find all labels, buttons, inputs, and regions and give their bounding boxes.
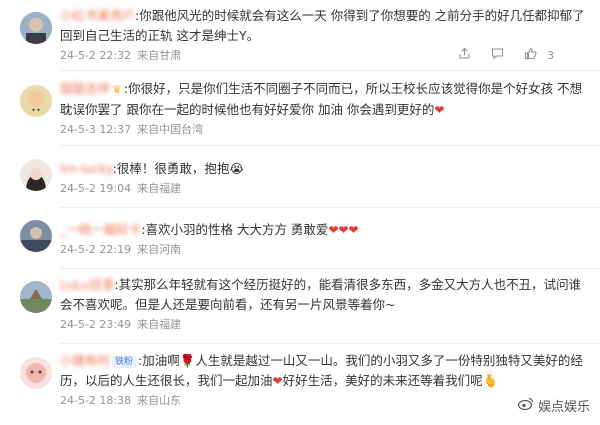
comment-text: LuLu目录:其实那么年轻就有这个经历挺好的，能看清很多东西，多金又大方人也不丑… xyxy=(60,275,586,315)
comment-text: 小猪有时 铁粉:加油啊🌹人生就是越过一山又一山。我们的小羽又多了一份特别独特又美好… xyxy=(60,351,586,391)
hand-icon: 🫰 xyxy=(482,373,499,388)
comment-text: 小红书某用户:你跟他风光的时候就会有这么一天 你得到了你想要的 之前分手的好几任… xyxy=(60,6,586,46)
comment-body: 其实那么年轻就有这个经历挺好的，能看清很多东西，多金又大方人也不丑，试问谁会不喜… xyxy=(60,277,582,312)
comment-location: 来自福建 xyxy=(137,182,182,195)
divider xyxy=(60,343,600,344)
share-icon[interactable] xyxy=(458,47,471,65)
comment-meta: 24-5-2 22:32 来自甘肃 3 xyxy=(60,47,586,65)
comment-date: 24-5-3 12:37 xyxy=(60,123,132,136)
comment-location: 来自中国台湾 xyxy=(137,123,204,136)
comment-location: 来自山东 xyxy=(137,394,182,407)
divider xyxy=(60,145,600,146)
avatar[interactable] xyxy=(20,12,52,44)
comment-meta: 24-5-2 18:38 来自山东 xyxy=(60,393,586,409)
avatar-image xyxy=(20,159,52,191)
watermark-text: 娱点娱乐 xyxy=(537,400,590,415)
comment-meta: 24-5-2 22:19 来自河南 xyxy=(60,242,586,258)
comment-meta: 24-5-2 23:49 来自福建 xyxy=(60,317,586,333)
like-icon xyxy=(524,47,537,65)
avatar[interactable] xyxy=(20,281,52,313)
comment-meta: 24-5-2 19:04 来自福建 xyxy=(60,181,586,197)
svg-text:✦✦: ✦✦ xyxy=(31,107,41,114)
comment-text: 甜甜吉祥 ♛:你很好，只是你们生活不同圈子不同而已，所以王校长应该觉得你是个好女孩… xyxy=(60,79,586,120)
watermark: 娱点娱乐 xyxy=(517,396,590,415)
avatar[interactable] xyxy=(20,220,52,252)
weibo-logo-icon xyxy=(517,397,534,414)
avatar-image xyxy=(20,12,52,44)
commenter-name[interactable]: 小猪有时 xyxy=(60,353,110,368)
comment-date: 24-5-2 22:19 xyxy=(60,243,132,256)
avatar[interactable] xyxy=(20,159,52,191)
heart-icon: ❤ xyxy=(272,374,283,388)
avatar[interactable] xyxy=(20,357,52,389)
heart-icon: ❤ xyxy=(434,103,445,117)
comment-text: _一统一越好卡:喜欢小羽的性格 大大方方 勇敢爱❤❤❤ xyxy=(60,220,586,240)
comment-meta: 24-5-3 12:37 来自中国台湾 xyxy=(60,122,586,138)
comment-body: 你跟他风光的时候就会有这么一天 你得到了你想要的 之前分手的好几任都抑郁了 回到… xyxy=(60,8,585,43)
commenter-name[interactable]: 小红书某用户 xyxy=(60,8,135,23)
commenter-name[interactable]: _一统一越好卡 xyxy=(60,222,141,237)
divider xyxy=(60,70,600,71)
avatar-image xyxy=(20,281,52,313)
comment-date: 24-5-2 18:38 xyxy=(60,394,132,407)
commenter-name[interactable]: 甜甜吉祥 xyxy=(60,81,110,96)
heart-icon: ❤❤❤ xyxy=(328,223,359,237)
comment-body: 好好生活，美好的未来还等着我们呢 xyxy=(282,373,483,388)
comment-text: Irn-lucky:很棒！很勇敢，抱抱😭 xyxy=(60,159,586,179)
avatar-image xyxy=(20,357,52,389)
comment-date: 24-5-2 19:04 xyxy=(60,182,132,195)
divider xyxy=(60,268,600,269)
rose-icon: 🌹 xyxy=(179,353,196,368)
divider xyxy=(60,207,600,208)
avatar[interactable]: ✦✦ xyxy=(20,85,52,117)
comment-icon[interactable] xyxy=(491,47,504,65)
comment-location: 来自甘肃 xyxy=(137,49,182,62)
comment-body: 你很好，只是你们生活不同圈子不同而已，所以王校长应该觉得你是个好女孩 不想耽误你… xyxy=(60,81,583,117)
comment-date: 24-5-2 23:49 xyxy=(60,318,132,331)
comment-body: 加油啊 xyxy=(142,353,180,368)
avatar-image xyxy=(20,220,52,252)
comment-body: 很棒！很勇敢，抱抱😭 xyxy=(116,161,244,176)
fan-badge: 铁粉 xyxy=(112,356,137,368)
like-count: 3 xyxy=(547,49,554,62)
avatar-image: ✦✦ xyxy=(20,85,52,117)
comment-actions: 3 xyxy=(458,47,566,65)
comment-location: 来自福建 xyxy=(137,318,182,331)
comment-body: 喜欢小羽的性格 大大方方 勇敢爱 xyxy=(145,222,329,237)
comment-date: 24-5-2 22:32 xyxy=(60,49,132,62)
commenter-name[interactable]: LuLu目录 xyxy=(60,277,114,292)
like-button[interactable]: 3 xyxy=(524,47,560,65)
commenter-name[interactable]: Irn-lucky xyxy=(60,161,113,176)
crown-icon: ♛ xyxy=(112,83,122,96)
comment-location: 来自河南 xyxy=(137,243,182,256)
